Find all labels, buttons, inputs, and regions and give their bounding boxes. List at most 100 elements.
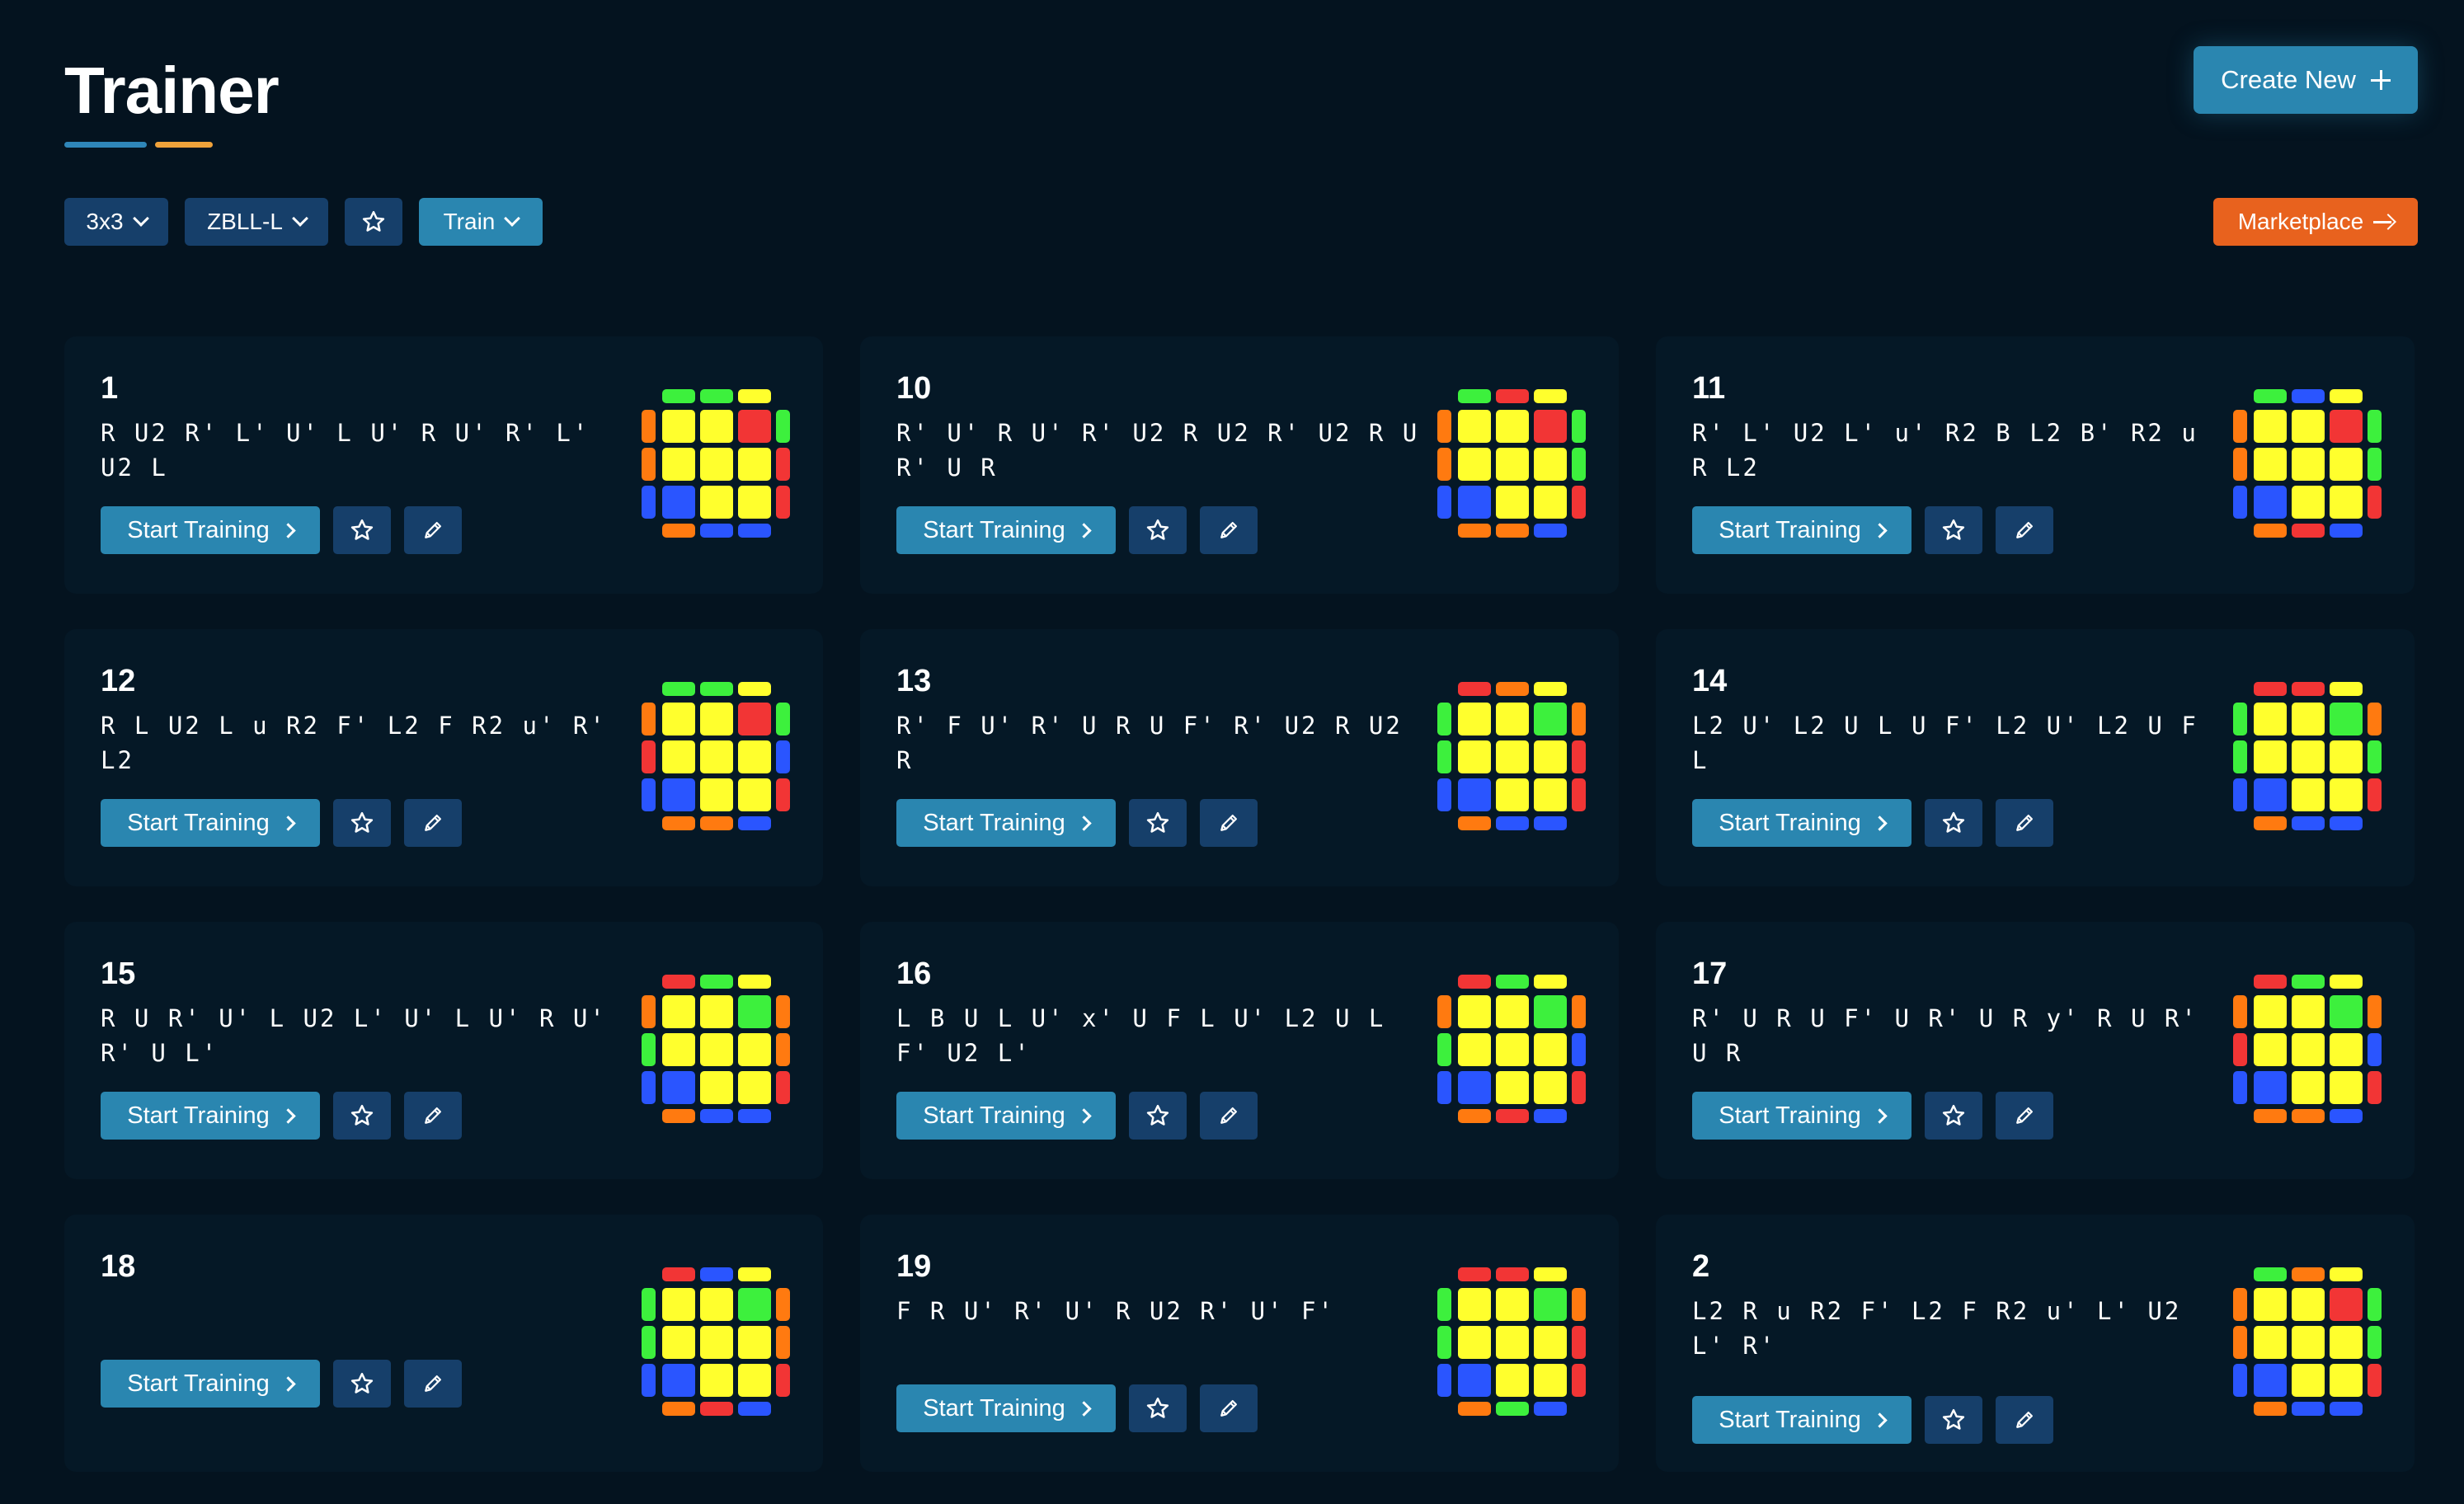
case-number: 10 xyxy=(896,371,932,406)
cube-sticker-face xyxy=(662,410,695,443)
favorite-button[interactable] xyxy=(1129,1092,1187,1140)
cube-sticker-face xyxy=(662,1288,695,1321)
start-training-button[interactable]: Start Training xyxy=(1692,506,1911,554)
cube-sticker-face xyxy=(662,486,695,519)
star-icon xyxy=(1146,1397,1169,1418)
edit-button[interactable] xyxy=(1200,506,1258,554)
cube-sticker-bottom xyxy=(1496,524,1529,538)
cube-sticker-face xyxy=(1458,778,1491,811)
cube-sticker-top xyxy=(1496,682,1529,696)
favorite-button[interactable] xyxy=(333,506,391,554)
star-icon xyxy=(350,1372,374,1394)
case-number: 12 xyxy=(101,664,136,698)
cube-diagram xyxy=(2233,682,2382,830)
favorites-filter-button[interactable] xyxy=(345,198,402,246)
favorite-button[interactable] xyxy=(1925,799,1982,847)
case-algorithm: L2 U' L2 U L U F' L2 U' L2 U F L xyxy=(1692,712,2198,774)
start-training-button[interactable]: Start Training xyxy=(896,506,1116,554)
cube-sticker-face xyxy=(2330,778,2363,811)
cube-sticker-bottom xyxy=(2254,1109,2287,1123)
start-training-button[interactable]: Start Training xyxy=(101,799,320,847)
chevron-right-icon xyxy=(1076,815,1092,831)
start-training-button[interactable]: Start Training xyxy=(896,1384,1116,1432)
cube-sticker-face xyxy=(1496,1364,1529,1397)
edit-button[interactable] xyxy=(1200,1384,1258,1432)
favorite-button[interactable] xyxy=(1925,1092,1982,1140)
edit-button[interactable] xyxy=(404,1092,462,1140)
start-training-button[interactable]: Start Training xyxy=(1692,1396,1911,1444)
cube-sticker-face xyxy=(738,410,771,443)
favorite-button[interactable] xyxy=(1129,799,1187,847)
pencil-icon xyxy=(425,1107,441,1124)
cube-sticker-top xyxy=(1534,682,1567,696)
chevron-right-icon xyxy=(1076,1400,1092,1417)
edit-button[interactable] xyxy=(1996,1092,2053,1140)
favorite-button[interactable] xyxy=(333,1092,391,1140)
star-icon xyxy=(1942,1408,1965,1430)
cube-sticker-right xyxy=(776,1288,790,1321)
edit-button[interactable] xyxy=(1996,506,2053,554)
set-dropdown[interactable]: ZBLL-L xyxy=(185,198,328,246)
star-icon xyxy=(1942,811,1965,833)
pencil-icon xyxy=(425,815,441,831)
cube-sticker-right xyxy=(1572,1071,1586,1104)
case-card: 11 R' L' U2 L' u' R2 B L2 B' R2 u R L2 Sta… xyxy=(1656,336,2415,594)
cube-sticker-face xyxy=(1496,1071,1529,1104)
cube-sticker-left xyxy=(642,995,656,1028)
start-training-button[interactable]: Start Training xyxy=(101,1092,320,1140)
edit-button[interactable] xyxy=(1996,1396,2053,1444)
mode-dropdown-label: Train xyxy=(443,209,496,234)
start-training-button[interactable]: Start Training xyxy=(1692,1092,1911,1140)
case-number: 16 xyxy=(896,956,932,991)
edit-button[interactable] xyxy=(1996,799,2053,847)
cube-sticker-bottom xyxy=(1534,524,1567,538)
start-training-button[interactable]: Start Training xyxy=(896,1092,1116,1140)
start-training-button[interactable]: Start Training xyxy=(101,506,320,554)
cube-sticker-top xyxy=(2254,975,2287,989)
cube-sticker-left xyxy=(1437,1326,1451,1359)
chevron-right-icon xyxy=(1872,1107,1888,1124)
cube-sticker-face xyxy=(700,410,733,443)
cube-sticker-left xyxy=(1437,778,1451,811)
cube-sticker-face xyxy=(662,1071,695,1104)
cube-sticker-face xyxy=(700,1071,733,1104)
cube-sticker-face xyxy=(2292,410,2325,443)
edit-button[interactable] xyxy=(404,799,462,847)
cube-sticker-face xyxy=(2254,410,2287,443)
cube-sticker-left xyxy=(642,1071,656,1104)
cube-sticker-top xyxy=(2292,682,2325,696)
favorite-button[interactable] xyxy=(333,1360,391,1408)
favorite-button[interactable] xyxy=(1129,506,1187,554)
edit-button[interactable] xyxy=(404,1360,462,1408)
edit-button[interactable] xyxy=(1200,1092,1258,1140)
cube-sticker-face xyxy=(2330,410,2363,443)
create-new-button[interactable]: Create New xyxy=(2194,46,2418,114)
marketplace-button[interactable]: Marketplace xyxy=(2213,198,2418,246)
cube-sticker-left xyxy=(642,410,656,443)
cube-sticker-left xyxy=(2233,995,2247,1028)
favorite-button[interactable] xyxy=(1925,506,1982,554)
favorite-button[interactable] xyxy=(1925,1396,1982,1444)
puzzle-dropdown[interactable]: 3x3 xyxy=(64,198,168,246)
start-training-button[interactable]: Start Training xyxy=(101,1360,320,1408)
favorite-button[interactable] xyxy=(1129,1384,1187,1432)
edit-button[interactable] xyxy=(1200,799,1258,847)
start-training-button[interactable]: Start Training xyxy=(1692,799,1911,847)
start-training-label: Start Training xyxy=(923,1102,1065,1129)
cube-diagram xyxy=(1437,975,1586,1123)
cube-sticker-face xyxy=(700,778,733,811)
mode-dropdown[interactable]: Train xyxy=(419,198,543,246)
cube-sticker-face xyxy=(2292,1071,2325,1104)
cube-sticker-face xyxy=(2330,1071,2363,1104)
cube-diagram xyxy=(642,389,790,538)
case-number: 18 xyxy=(101,1249,136,1284)
case-actions: Start Training xyxy=(896,1092,1258,1140)
edit-button[interactable] xyxy=(404,506,462,554)
cube-sticker-right xyxy=(2368,740,2382,773)
cube-sticker-face xyxy=(1534,995,1567,1028)
favorite-button[interactable] xyxy=(333,799,391,847)
cube-sticker-face xyxy=(662,1364,695,1397)
start-training-button[interactable]: Start Training xyxy=(896,799,1116,847)
chevron-right-icon xyxy=(1076,522,1092,538)
chevron-right-icon xyxy=(280,522,296,538)
